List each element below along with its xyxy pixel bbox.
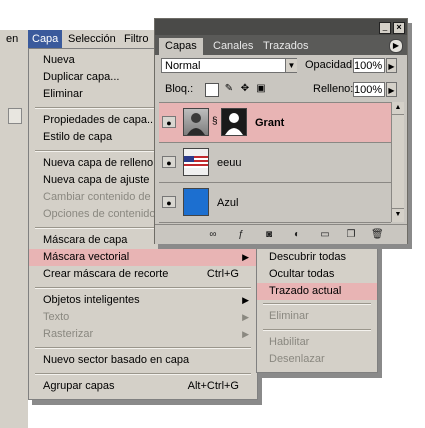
close-icon[interactable]: ×	[393, 22, 405, 34]
tool-options-strip	[0, 48, 28, 428]
shortcut-label: Ctrl+G	[206, 268, 239, 280]
add-mask-icon[interactable]: ◙	[263, 229, 275, 240]
layer-row-grant[interactable]: ● § Grant	[159, 103, 391, 143]
palette-footer: ∞ ƒ ◙ ◐ ▭ ❐ 🗑	[155, 224, 407, 244]
layers-list: ● § Grant ● eeuu ● Azul	[159, 102, 391, 223]
menu-separator	[263, 329, 371, 331]
palette-titlebar[interactable]: _ ×	[155, 19, 407, 35]
menu-item-nuevo-sector[interactable]: Nuevo sector basado en capa	[29, 352, 257, 369]
submenu-item-ocultar-todas[interactable]: Ocultar todas	[257, 266, 377, 283]
opacity-label: Opacidad:	[305, 59, 356, 71]
scroll-down-icon[interactable]: ▼	[392, 208, 404, 221]
person-photo-icon	[187, 113, 205, 135]
blend-mode-select[interactable]: Normal	[161, 58, 297, 73]
lock-position-move-icon[interactable]: ✥	[239, 83, 251, 95]
menu-separator	[263, 303, 371, 305]
us-flag-icon	[184, 156, 208, 168]
submenu-arrow-icon: ▶	[242, 252, 249, 262]
tab-trazados[interactable]: Trazados	[257, 38, 314, 55]
adjustment-layer-icon[interactable]: ◐	[291, 229, 303, 240]
silhouette-mask-icon	[225, 113, 243, 135]
fill-field[interactable]: 100%	[353, 82, 385, 97]
menubar: en Capa Selección Filtro	[0, 30, 160, 48]
menu-item-texto: Texto ▶	[29, 309, 257, 326]
layer-name: Azul	[217, 197, 239, 209]
menu-title-filtro[interactable]: Filtro	[124, 32, 148, 46]
layers-scrollbar[interactable]: ▲ ▼	[391, 102, 404, 222]
submenu-item-desenlazar: Desenlazar	[269, 353, 325, 365]
chevron-down-icon[interactable]: ▼	[285, 59, 297, 72]
new-layer-icon[interactable]: ❐	[345, 229, 357, 240]
lock-transparency-icon[interactable]	[205, 83, 219, 97]
new-group-icon[interactable]: ▭	[319, 229, 331, 240]
menu-separator	[35, 287, 251, 289]
submenu-arrow-icon: ▶	[242, 312, 249, 322]
layer-row-azul[interactable]: ● Azul	[159, 183, 391, 223]
submenu-item-trazado-actual[interactable]: Trazado actual	[257, 283, 377, 300]
mascara-vectorial-submenu: Descubrir todas Ocultar todas Trazado ac…	[256, 244, 378, 373]
eye-icon[interactable]: ●	[162, 116, 176, 128]
layer-style-icon[interactable]: ƒ	[235, 229, 247, 240]
layer-name: Grant	[255, 117, 285, 129]
link-layers-icon[interactable]: ∞	[207, 229, 219, 240]
vector-mask-thumbnail[interactable]	[221, 108, 247, 136]
menu-item-crear-mascara-de-recorte[interactable]: Crear máscara de recorte Ctrl+G	[29, 266, 257, 283]
link-icon[interactable]: §	[212, 116, 220, 128]
submenu-item-habilitar: Habilitar	[269, 336, 310, 348]
opacity-field[interactable]: 100%	[353, 58, 385, 73]
layer-name: eeuu	[217, 157, 242, 169]
flyout-menu-icon[interactable]: ▶	[389, 39, 403, 53]
layers-palette: _ × Capas Canales Trazados ▶ Normal ▼ Op…	[154, 18, 408, 244]
submenu-item-eliminar: Eliminar	[269, 310, 309, 322]
layer-thumbnail	[183, 148, 209, 176]
minimize-icon[interactable]: _	[379, 22, 391, 34]
lock-image-brush-icon[interactable]: ✎	[223, 83, 235, 95]
layer-thumbnail	[183, 108, 209, 136]
menu-item-agrupar-capas[interactable]: Agrupar capas Alt+Ctrl+G	[29, 378, 257, 395]
menu-item-rasterizar: Rasterizar ▶	[29, 326, 257, 343]
fill-slider-arrow-icon[interactable]: ▶	[386, 82, 397, 97]
submenu-arrow-icon: ▶	[242, 329, 249, 339]
menu-title-en[interactable]: en	[6, 32, 18, 46]
tab-canales[interactable]: Canales	[207, 38, 259, 55]
scroll-up-icon[interactable]: ▲	[392, 102, 404, 115]
palette-tabs: Capas Canales Trazados	[155, 35, 407, 55]
shortcut-label: Alt+Ctrl+G	[187, 380, 239, 392]
submenu-item-descubrir-todas[interactable]: Descubrir todas	[257, 249, 377, 266]
layer-thumbnail	[183, 188, 209, 216]
menu-item-objetos-inteligentes[interactable]: Objetos inteligentes ▶	[29, 292, 257, 309]
lock-label: Bloq.:	[165, 83, 194, 95]
menu-title-capa[interactable]: Capa	[28, 30, 62, 48]
tab-capas[interactable]: Capas	[159, 38, 203, 55]
fill-label: Relleno:	[313, 83, 354, 95]
menu-separator	[35, 373, 251, 375]
menu-item-mascara-vectorial[interactable]: Máscara vectorial ▶	[29, 249, 257, 266]
tool-preset-box[interactable]	[8, 108, 22, 124]
eye-icon[interactable]: ●	[162, 196, 176, 208]
lock-all-icon[interactable]: ▣	[255, 83, 267, 95]
layer-row-eeuu[interactable]: ● eeuu	[159, 143, 391, 183]
opacity-slider-arrow-icon[interactable]: ▶	[386, 58, 397, 73]
trash-icon[interactable]: 🗑	[371, 229, 384, 240]
eye-icon[interactable]: ●	[162, 156, 176, 168]
menu-separator	[35, 347, 251, 349]
menu-title-seleccion[interactable]: Selección	[68, 32, 116, 46]
submenu-arrow-icon: ▶	[242, 295, 249, 305]
